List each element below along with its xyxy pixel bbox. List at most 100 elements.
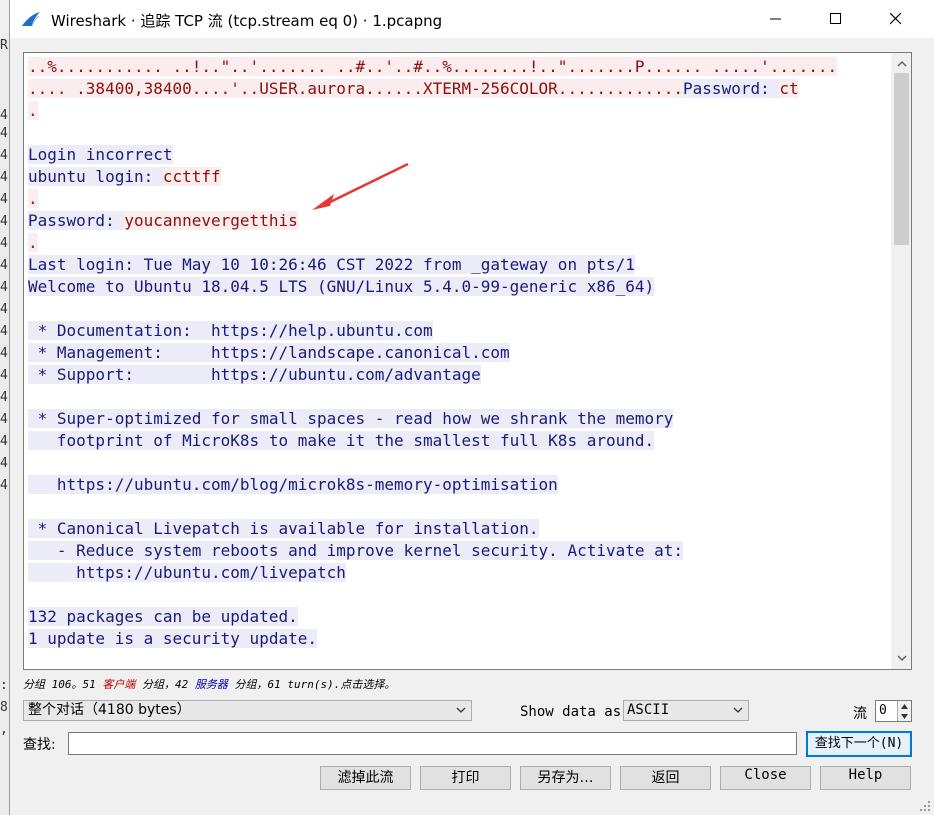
stream-line: .	[28, 189, 892, 211]
stream-line: * Management: https://landscape.canonica…	[28, 343, 892, 365]
chevron-up-icon	[897, 61, 906, 67]
client-text: youcannevergetthis	[124, 211, 298, 230]
maximize-button[interactable]	[813, 0, 859, 38]
client-text: .	[28, 101, 38, 120]
vertical-scrollbar[interactable]	[891, 53, 911, 669]
stream-line: Login incorrect	[28, 145, 892, 167]
stream-line	[28, 387, 892, 409]
client-text: .	[28, 189, 38, 208]
stream-number-value: 0	[879, 703, 887, 718]
conversation-select-value: 整个对话（4180 bytes）	[28, 702, 191, 718]
stream-line	[28, 585, 892, 607]
background-glyph: 4	[0, 148, 8, 163]
spin-buttons[interactable]	[897, 701, 911, 721]
status-client-label: 客户端	[102, 678, 136, 691]
save-as-button[interactable]: 另存为…	[520, 766, 611, 790]
stream-line: * Canonical Livepatch is available for i…	[28, 519, 892, 541]
show-data-as-value: ASCII	[627, 702, 670, 718]
chevron-down-icon	[456, 707, 466, 713]
close-button[interactable]	[873, 0, 919, 38]
follow-tcp-stream-window: Wireshark · 追踪 TCP 流 (tcp.stream eq 0) ·…	[9, 0, 934, 815]
scroll-up-arrow[interactable]	[894, 55, 909, 73]
server-text: * Documentation: https://help.ubuntu.com	[28, 321, 433, 340]
server-text: Password:	[683, 79, 780, 98]
stream-status-text: 分组 106。51 客户端 分组，42 服务器 分组，61 turn(s).点击…	[23, 676, 395, 692]
server-text: https://ubuntu.com/blog/microk8s-memory-…	[28, 475, 558, 494]
stream-line: * Super-optimized for small spaces - rea…	[28, 409, 892, 431]
client-text: ..%........... ..!.."..'....... ..#..'..…	[28, 57, 838, 76]
show-data-as-label: Show data as	[520, 704, 622, 720]
background-glyph: R	[0, 38, 8, 53]
stream-line	[28, 123, 892, 145]
client-text: .	[28, 233, 38, 252]
find-input[interactable]	[68, 732, 797, 755]
conversation-select[interactable]: 整个对话（4180 bytes）	[23, 700, 472, 721]
stream-line: .... .38400,38400....'..USER.aurora.....…	[28, 79, 892, 101]
find-next-button[interactable]: 查找下一个(N)	[806, 731, 912, 757]
stream-text[interactable]: ..%........... ..!.."..'....... ..#..'..…	[28, 57, 892, 651]
stream-line: Password: youcannevergetthis	[28, 211, 892, 233]
minimize-button[interactable]	[753, 0, 799, 38]
server-text: Last login: Tue May 10 10:26:46 CST 2022…	[28, 255, 635, 274]
stream-line: .	[28, 101, 892, 123]
back-button[interactable]: 返回	[620, 766, 711, 790]
stream-content-pane[interactable]: ..%........... ..!.."..'....... ..#..'..…	[23, 52, 912, 670]
server-text: * Canonical Livepatch is available for i…	[28, 519, 539, 538]
stream-number-spinbox[interactable]: 0	[875, 700, 912, 722]
background-glyph: :	[0, 678, 8, 693]
status-mid: 分组，42	[135, 678, 195, 691]
server-text: - Reduce system reboots and improve kern…	[28, 541, 684, 560]
server-text: Login incorrect	[28, 145, 173, 164]
find-label: 查找:	[23, 737, 56, 753]
spin-down-icon[interactable]	[898, 711, 911, 721]
stream-line	[28, 497, 892, 519]
background-glyph: 4	[0, 108, 8, 123]
server-text: * Management: https://landscape.canonica…	[28, 343, 510, 362]
stream-line: ..%........... ..!.."..'....... ..#..'..…	[28, 57, 892, 79]
stream-number-label: 流	[853, 706, 867, 722]
server-text: * Support: https://ubuntu.com/advantage	[28, 365, 481, 384]
background-glyph: 4	[0, 126, 8, 141]
stream-line: footprint of MicroK8s to make it the sma…	[28, 431, 892, 453]
server-text: 132 packages can be updated.	[28, 607, 298, 626]
background-glyph: 4	[0, 412, 8, 427]
background-glyph: 4	[0, 214, 8, 229]
background-glyph: 4	[0, 368, 8, 383]
background-glyph: 4	[0, 456, 8, 471]
close-dialog-button[interactable]: Close	[720, 766, 811, 790]
scrollbar-thumb[interactable]	[894, 73, 909, 245]
server-text: https://ubuntu.com/livepatch	[28, 563, 346, 582]
stream-line: 1 update is a security update.	[28, 629, 892, 651]
spin-up-icon[interactable]	[898, 701, 911, 711]
background-glyph: 4	[0, 236, 8, 251]
stream-line: https://ubuntu.com/blog/microk8s-memory-…	[28, 475, 892, 497]
chevron-down-icon	[733, 707, 743, 713]
help-button[interactable]: Help	[820, 766, 911, 790]
background-glyph: 4	[0, 346, 8, 361]
server-text: Password:	[28, 211, 125, 230]
background-glyph: 4	[0, 324, 8, 339]
background-glyph: 4	[0, 258, 8, 273]
background-glyph: 4	[0, 280, 8, 295]
show-data-as-select[interactable]: ASCII	[623, 700, 749, 721]
background-glyph: 4	[0, 390, 8, 405]
wireshark-fin-icon	[22, 12, 40, 27]
stream-line: Welcome to Ubuntu 18.04.5 LTS (GNU/Linux…	[28, 277, 892, 299]
filter-out-stream-button[interactable]: 滤掉此流	[320, 766, 411, 790]
status-suffix: 分组，61 turn(s).点击选择。	[227, 678, 396, 691]
client-text: .... .38400,38400....'..USER.aurora.....…	[28, 79, 684, 98]
stream-line	[28, 453, 892, 475]
status-server-label: 服务器	[194, 678, 228, 691]
stream-line: * Support: https://ubuntu.com/advantage	[28, 365, 892, 387]
print-button[interactable]: 打印	[420, 766, 511, 790]
resize-grip-icon[interactable]	[920, 801, 930, 811]
window-title: Wireshark · 追踪 TCP 流 (tcp.stream eq 0) ·…	[51, 12, 443, 30]
stream-line: .	[28, 233, 892, 255]
status-prefix: 分组 106。51	[23, 678, 103, 691]
minimize-icon	[770, 18, 781, 20]
scroll-down-arrow[interactable]	[894, 649, 909, 667]
client-text: ct	[779, 79, 799, 98]
background-glyph: 4	[0, 302, 8, 317]
client-text: ccttff	[162, 167, 221, 186]
server-text: 1 update is a security update.	[28, 629, 317, 648]
